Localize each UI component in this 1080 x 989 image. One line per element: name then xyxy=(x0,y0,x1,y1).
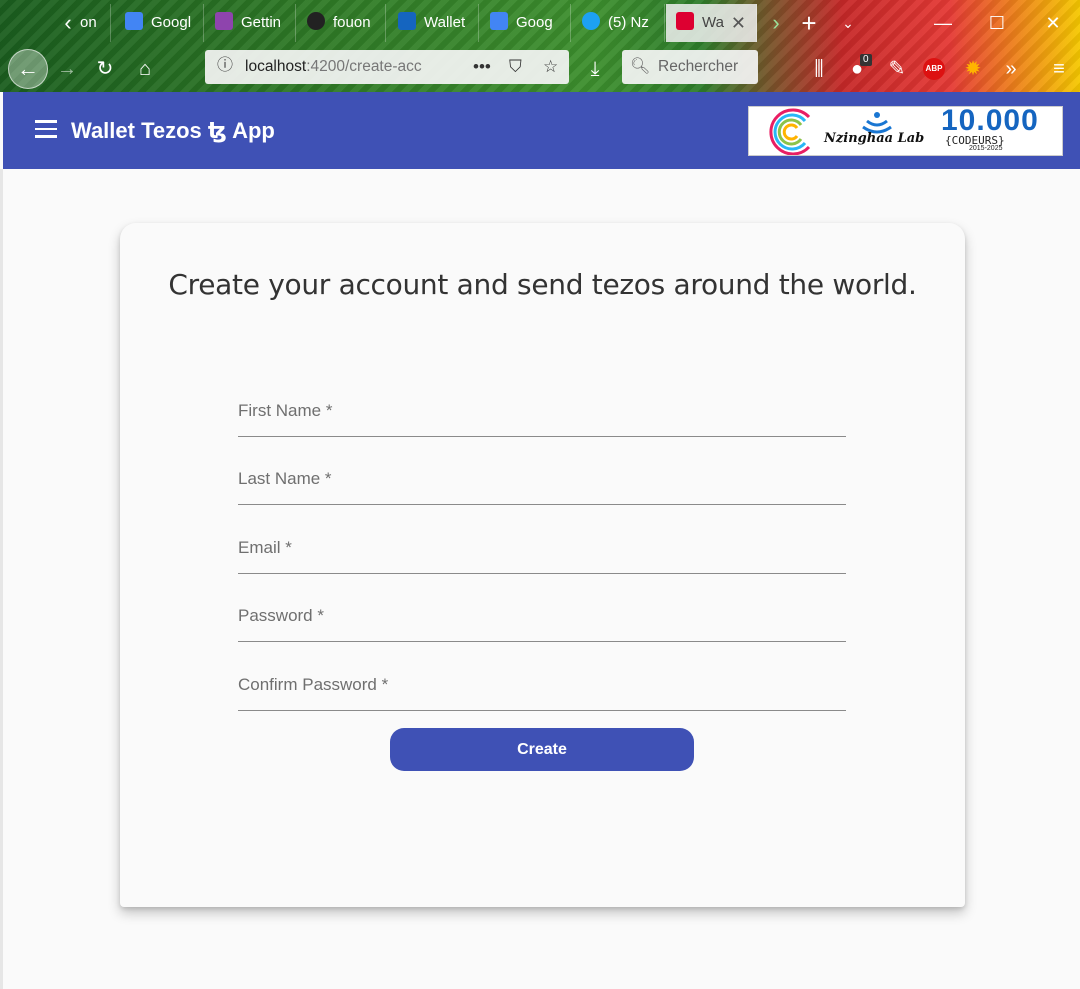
tab-label: Wa xyxy=(702,14,724,31)
last-name-input[interactable] xyxy=(238,455,846,503)
tab-scroll-left-icon[interactable]: ‹ xyxy=(54,8,82,38)
last-name-field xyxy=(238,455,846,505)
close-tab-icon[interactable]: ✕ xyxy=(731,4,746,42)
addon-gear-icon[interactable]: ✹ xyxy=(958,54,988,84)
close-window-icon[interactable]: ✕ xyxy=(1030,6,1076,40)
google-translate-icon xyxy=(125,12,143,31)
maximize-icon[interactable]: ☐ xyxy=(974,6,1020,40)
app-toolbar: Wallet Tezos ꜩ App Nzinghaa Lab 10.000 {… xyxy=(3,92,1080,169)
partner-years: 2015-2025 xyxy=(969,145,1003,152)
menu-icon[interactable] xyxy=(35,120,57,138)
info-icon[interactable]: ⓘ xyxy=(215,56,235,76)
new-tab-icon[interactable]: + xyxy=(795,8,823,38)
github-icon xyxy=(307,12,325,31)
tab-2[interactable]: Googl xyxy=(115,4,204,42)
tab-label: (5) Nz xyxy=(608,14,649,31)
eyedropper-icon[interactable]: ✎ xyxy=(882,54,912,84)
field-underline xyxy=(238,641,846,642)
angular-icon xyxy=(676,12,694,31)
partner-logo: Nzinghaa Lab 10.000 {CODEURS} 2015-2025 xyxy=(748,106,1063,156)
search-bar[interactable]: 🔍︎ Rechercher xyxy=(622,50,758,84)
twitter-icon xyxy=(582,12,600,31)
trello-icon xyxy=(398,12,416,31)
overflow-chevron-icon[interactable]: » xyxy=(996,54,1026,84)
notification-badge: 0 xyxy=(860,54,872,66)
bookmark-star-icon[interactable]: ☆ xyxy=(543,50,558,84)
tab-4[interactable]: fouon xyxy=(297,4,386,42)
confirm-password-input[interactable] xyxy=(238,661,846,709)
tab-label: Gettin xyxy=(241,14,282,31)
tab-label: Goog xyxy=(516,14,553,31)
create-account-card: Create your account and send tezos aroun… xyxy=(120,223,965,907)
tab-list-icon[interactable]: ⌄ xyxy=(834,8,862,38)
adblock-icon[interactable]: ABP xyxy=(923,58,945,80)
tab-label: Googl xyxy=(151,14,192,31)
partner-name: Nzinghaa Lab xyxy=(824,131,925,146)
field-underline xyxy=(238,710,846,711)
email-field xyxy=(238,524,846,574)
address-bar[interactable]: ⓘ localhost:4200/create-acc ••• ⛉ ☆ xyxy=(205,50,569,84)
reload-icon[interactable]: ↻ xyxy=(90,54,120,84)
tab-label: fouon xyxy=(333,14,371,31)
home-icon[interactable]: ⌂ xyxy=(130,54,160,84)
email-input[interactable] xyxy=(238,524,846,572)
minimize-icon[interactable]: — xyxy=(920,6,966,40)
nav-toolbar: ← → ↻ ⌂ ⓘ localhost:4200/create-acc ••• … xyxy=(0,46,1080,92)
downloads-icon[interactable]: ⤓ xyxy=(580,54,610,84)
url-host: localhost xyxy=(245,58,307,75)
field-underline xyxy=(238,573,846,574)
page-actions-icon[interactable]: ••• xyxy=(473,50,491,84)
password-field xyxy=(238,592,846,642)
google-translate-icon xyxy=(490,12,508,31)
tab-active[interactable]: Wa ✕ xyxy=(666,4,757,42)
library-icon[interactable]: ⫼ xyxy=(804,54,834,84)
first-name-field xyxy=(238,387,846,437)
search-placeholder: Rechercher xyxy=(658,58,739,75)
app-title: Wallet Tezos ꜩ App xyxy=(71,118,275,143)
field-underline xyxy=(238,504,846,505)
hamburger-menu-icon[interactable]: ≡ xyxy=(1044,54,1074,84)
tab-1[interactable]: on xyxy=(80,4,111,42)
forward-icon[interactable]: → xyxy=(52,54,82,84)
tab-scroll-right-icon[interactable]: › xyxy=(762,8,790,38)
window-edge xyxy=(0,169,3,989)
tab-7[interactable]: (5) Nz xyxy=(572,4,665,42)
tab-label: Wallet xyxy=(424,14,466,31)
confirm-password-field xyxy=(238,661,846,711)
url-path: :4200/create-acc xyxy=(306,58,422,75)
field-underline xyxy=(238,436,846,437)
tab-bar: ‹ on Googl Gettin fouon Wallet Goog (5) … xyxy=(0,0,1080,46)
tab-6[interactable]: Goog xyxy=(480,4,571,42)
tab-3[interactable]: Gettin xyxy=(205,4,296,42)
heroku-icon xyxy=(215,12,233,31)
password-input[interactable] xyxy=(238,592,846,640)
browser-chrome: ‹ on Googl Gettin fouon Wallet Goog (5) … xyxy=(0,0,1080,92)
back-icon[interactable]: ← xyxy=(8,49,48,89)
pocket-icon[interactable]: ⛉ xyxy=(509,50,522,84)
tab-5[interactable]: Wallet xyxy=(388,4,479,42)
url-text[interactable]: localhost:4200/create-acc xyxy=(245,50,445,84)
first-name-input[interactable] xyxy=(238,387,846,435)
search-icon: 🔍︎ xyxy=(630,58,651,75)
tab-label: on xyxy=(80,14,97,31)
form-headline: Create your account and send tezos aroun… xyxy=(168,268,917,301)
create-button[interactable]: Create xyxy=(390,728,694,771)
